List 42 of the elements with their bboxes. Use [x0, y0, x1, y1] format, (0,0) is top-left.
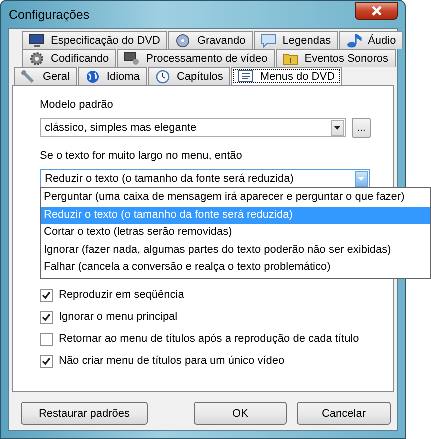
tab[interactable]: Gravando — [168, 31, 253, 49]
tab[interactable]: Capítulos — [148, 67, 230, 85]
tab[interactable]: Especificação do DVD — [22, 31, 168, 49]
tab[interactable]: Eventos Sonoros — [276, 49, 396, 67]
dialog-button[interactable]: OK — [194, 402, 287, 425]
checkbox[interactable] — [40, 354, 53, 368]
monitor-icon — [29, 34, 45, 48]
checkbox[interactable] — [40, 288, 53, 302]
dropdown-option[interactable]: Ignorar (fazer nada, algumas partes do texto poderão não ser exibidas) — [41, 242, 430, 260]
dialog-button[interactable]: Restaurar padrões — [21, 402, 148, 425]
window-title: Configurações — [8, 8, 90, 22]
checkbox[interactable] — [40, 332, 53, 346]
tab[interactable]: Idioma — [78, 67, 147, 85]
disc-icon — [175, 34, 192, 48]
dropdown-option[interactable]: Falhar (cancela a conversão e realça o texto problemático) — [41, 259, 430, 277]
tab[interactable]: Áudio — [339, 31, 404, 49]
wrench-icon — [21, 70, 37, 84]
speech-bubble-icon — [260, 34, 277, 48]
globe-icon — [84, 70, 101, 84]
tab[interactable]: Legendas — [254, 31, 338, 49]
field-label: Se o texto for muito largo no menu, então — [40, 149, 244, 164]
tab[interactable]: Processamento de vídeo — [117, 49, 275, 67]
field-label: Modelo padrão — [40, 98, 114, 113]
dialog-button[interactable]: Cancelar — [297, 402, 391, 425]
overflow-dropdown[interactable]: Reduzir o texto (o tamanho da fonte será reduzida) — [40, 169, 370, 188]
close-button[interactable] — [355, 2, 398, 20]
template-dropdown[interactable]: clássico, simples mas elegante — [40, 118, 346, 137]
tab[interactable]: Codificando — [22, 49, 116, 67]
checkbox-label: Ignorar o menu principal — [59, 311, 178, 323]
tab[interactable]: Menus do DVD — [231, 67, 342, 85]
dropdown-option[interactable]: Perguntar (uma caixa de mensagem irá aparecer e perguntar o que fazer) — [41, 189, 430, 207]
list-icon — [238, 70, 254, 84]
checkbox-label: Não criar menu de títulos para um único vídeo — [59, 355, 285, 367]
gear-icon — [29, 52, 45, 66]
browse-button[interactable]: ... — [352, 118, 371, 138]
dropdown-option[interactable]: Cortar o texto (letras serão removidas) — [41, 224, 430, 242]
checkbox-label: Reproduzir em seqüência — [59, 289, 184, 301]
checkbox[interactable] — [40, 310, 53, 324]
music-note-icon — [346, 34, 362, 48]
close-icon — [370, 6, 382, 16]
checkbox-label: Retornar ao menu de títulos após a reprodução de cada título — [59, 333, 360, 345]
tab[interactable]: Geral — [14, 67, 77, 85]
